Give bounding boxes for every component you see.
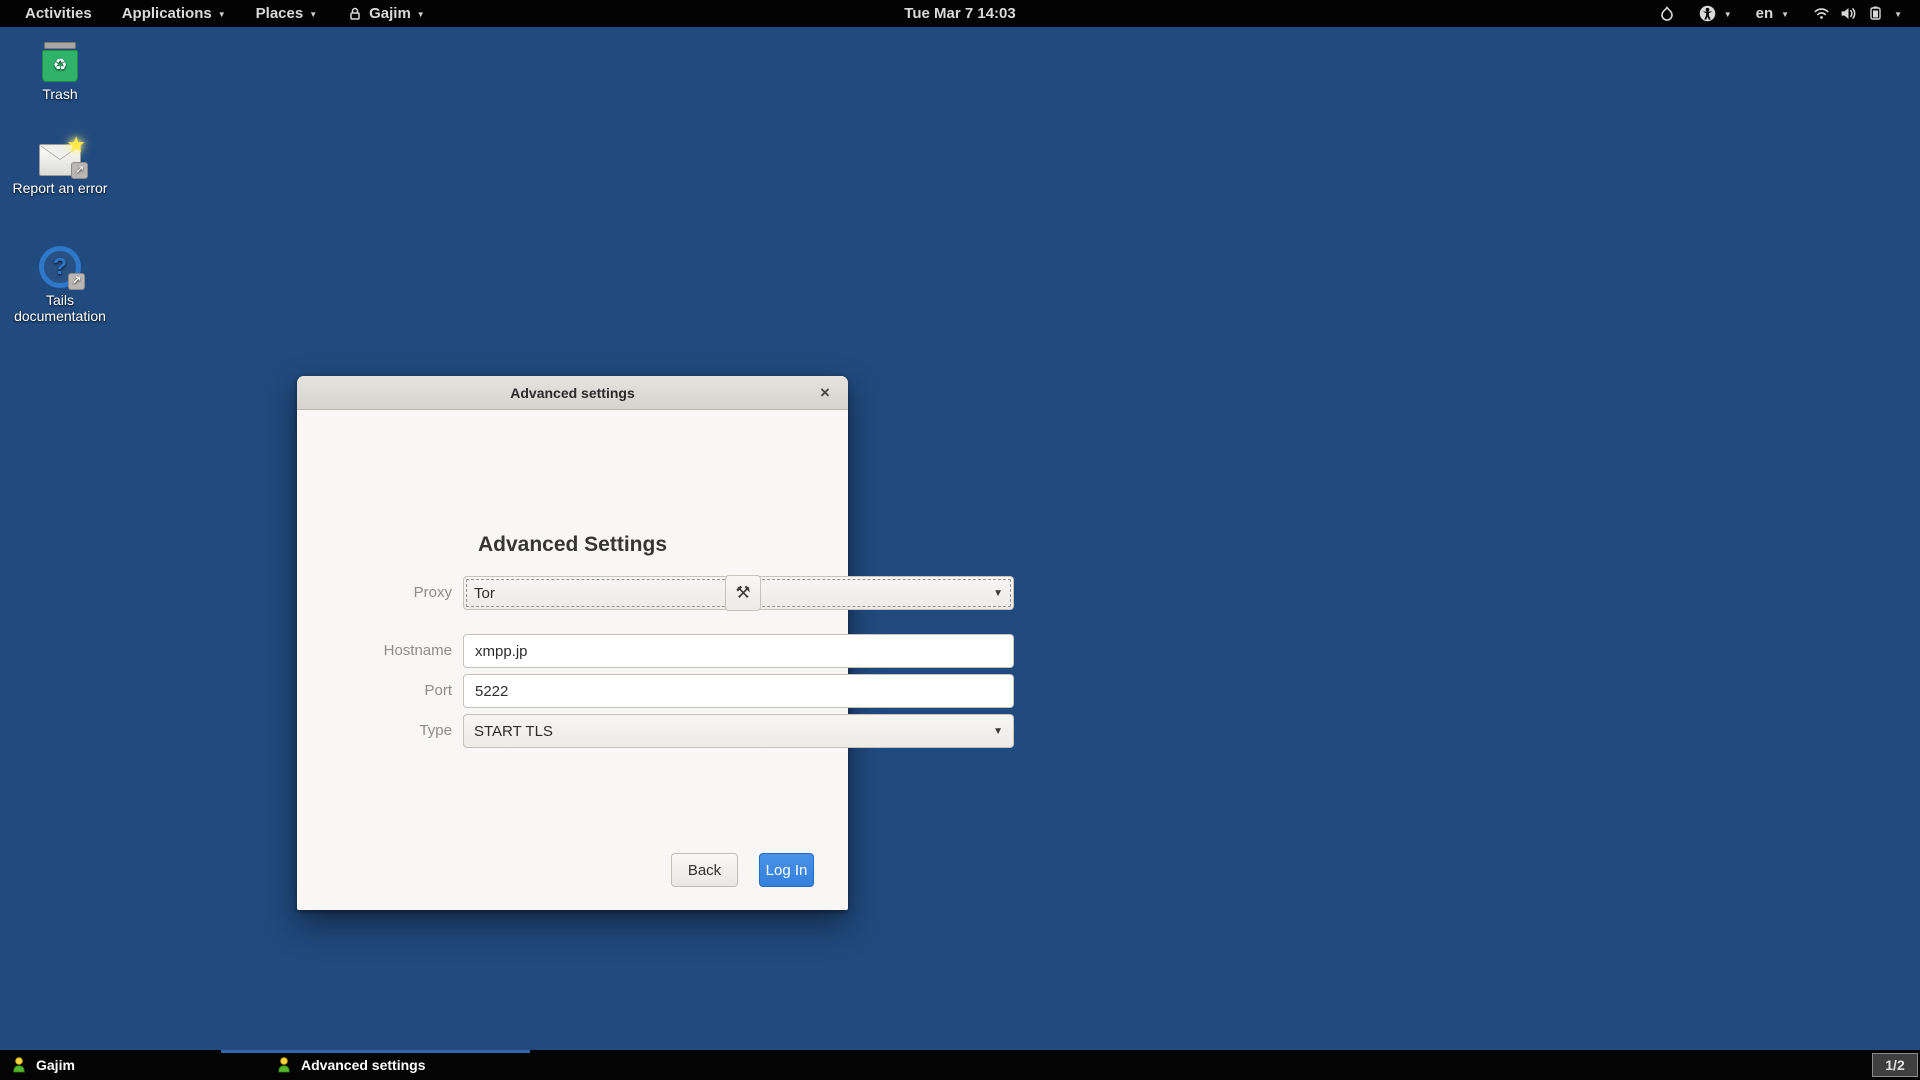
tor-status[interactable] — [1647, 0, 1687, 27]
gajim-app-icon — [347, 6, 363, 22]
proxy-settings-button[interactable]: ⚒ — [725, 575, 761, 611]
port-row: Port — [297, 674, 848, 708]
desktop-icon-tails-documentation[interactable]: ? ↗ Tails documentation — [0, 236, 120, 324]
desktop-icon-label: Tails documentation — [0, 293, 120, 324]
gajim-window-icon — [275, 1056, 293, 1074]
tools-icon: ⚒ — [735, 583, 750, 603]
taskbar-item-label: Advanced settings — [301, 1057, 425, 1073]
workspace-indicator-label: 1/2 — [1885, 1057, 1904, 1073]
accessibility-menu[interactable]: ▼ — [1687, 0, 1744, 27]
trash-lid — [44, 42, 76, 49]
taskbar-item-advanced-settings[interactable]: Advanced settings — [275, 1050, 425, 1080]
dialog-titlebar[interactable]: Advanced settings × — [297, 376, 848, 410]
proxy-row: Proxy Tor ▼ — [297, 576, 848, 610]
port-field[interactable] — [463, 674, 1014, 708]
wifi-icon — [1813, 6, 1830, 21]
hostname-field[interactable] — [463, 634, 1014, 668]
app-menu-gajim[interactable]: Gajim ▼ — [332, 0, 440, 27]
chevron-down-icon: ▼ — [417, 10, 425, 19]
hostname-row: Hostname — [297, 634, 848, 668]
activities-button[interactable]: Activities — [10, 0, 107, 27]
chevron-down-icon: ▼ — [1781, 10, 1789, 19]
envelope-icon: ★ ↗ — [39, 144, 81, 176]
report-error-icon: ★ ↗ — [39, 130, 81, 176]
close-icon[interactable]: × — [812, 376, 838, 409]
tails-documentation-icon: ? ↗ — [39, 236, 81, 288]
taskbar-item-gajim[interactable]: Gajim — [10, 1050, 75, 1080]
top-bar: Activities Applications ▼ Places ▼ Gajim… — [0, 0, 1920, 27]
type-label: Type — [297, 714, 452, 748]
keyboard-layout-menu[interactable]: en ▼ — [1744, 0, 1801, 27]
clock[interactable]: Tue Mar 7 14:03 — [892, 0, 1027, 27]
chevron-down-icon: ▼ — [218, 10, 226, 19]
applications-menu[interactable]: Applications ▼ — [107, 0, 241, 27]
chevron-down-icon: ▼ — [993, 726, 1003, 737]
taskbar-item-label: Gajim — [36, 1057, 75, 1073]
chevron-down-icon: ▼ — [1894, 10, 1902, 19]
type-value: START TLS — [474, 723, 553, 740]
port-label: Port — [297, 674, 452, 708]
type-row: Type START TLS ▼ — [297, 714, 848, 748]
desktop-icon-label: Trash — [42, 87, 77, 103]
activities-label: Activities — [25, 5, 92, 22]
trash-body: ♻ — [42, 50, 78, 82]
back-button-label: Back — [688, 862, 721, 879]
tor-onion-icon — [1659, 6, 1675, 22]
hostname-label: Hostname — [297, 634, 452, 668]
accessibility-icon — [1699, 5, 1716, 22]
star-icon: ★ — [66, 133, 86, 158]
workspace-indicator[interactable]: 1/2 — [1872, 1053, 1918, 1077]
proxy-value: Tor — [474, 585, 495, 602]
dialog-title: Advanced settings — [510, 385, 634, 401]
question-mark-icon: ? ↗ — [39, 246, 81, 288]
trash-icon: ♻ — [42, 36, 78, 82]
keyboard-layout-label: en — [1756, 5, 1774, 22]
top-bar-menus: Activities Applications ▼ Places ▼ Gajim… — [0, 0, 440, 27]
desktop-icon-label: Report an error — [13, 181, 108, 197]
chevron-down-icon: ▼ — [1724, 10, 1732, 19]
app-menu-label: Gajim — [369, 5, 411, 22]
page-title: Advanced Settings — [297, 533, 848, 557]
shortcut-arrow-icon: ↗ — [71, 162, 88, 179]
back-button[interactable]: Back — [671, 853, 738, 887]
system-status-menu[interactable]: ▼ — [1801, 0, 1914, 27]
taskbar: Gajim Advanced settings 1/2 — [0, 1050, 1920, 1080]
question-glyph: ? — [53, 254, 67, 280]
applications-label: Applications — [122, 5, 212, 22]
chevron-down-icon: ▼ — [309, 10, 317, 19]
type-dropdown[interactable]: START TLS ▼ — [463, 714, 1014, 748]
system-tray: ▼ en ▼ — [1647, 0, 1914, 27]
battery-icon — [1867, 6, 1884, 21]
desktop-icon-report-error[interactable]: ★ ↗ Report an error — [0, 130, 120, 197]
volume-icon — [1840, 6, 1857, 21]
gajim-window-icon — [10, 1056, 28, 1074]
places-menu[interactable]: Places ▼ — [241, 0, 332, 27]
places-label: Places — [256, 5, 304, 22]
clock-text: Tue Mar 7 14:03 — [904, 5, 1015, 22]
dialog-body: Advanced Settings Proxy Tor ▼ ⚒ Hostname… — [297, 410, 848, 909]
login-button[interactable]: Log In — [759, 853, 814, 887]
recycle-icon: ♻ — [53, 57, 67, 75]
shortcut-arrow-icon: ↗ — [68, 273, 85, 290]
login-button-label: Log In — [766, 862, 808, 879]
advanced-settings-dialog: Advanced settings × Advanced Settings Pr… — [297, 376, 848, 910]
chevron-down-icon: ▼ — [993, 588, 1003, 599]
proxy-label: Proxy — [297, 576, 452, 610]
desktop-icon-trash[interactable]: ♻ Trash — [0, 36, 120, 103]
